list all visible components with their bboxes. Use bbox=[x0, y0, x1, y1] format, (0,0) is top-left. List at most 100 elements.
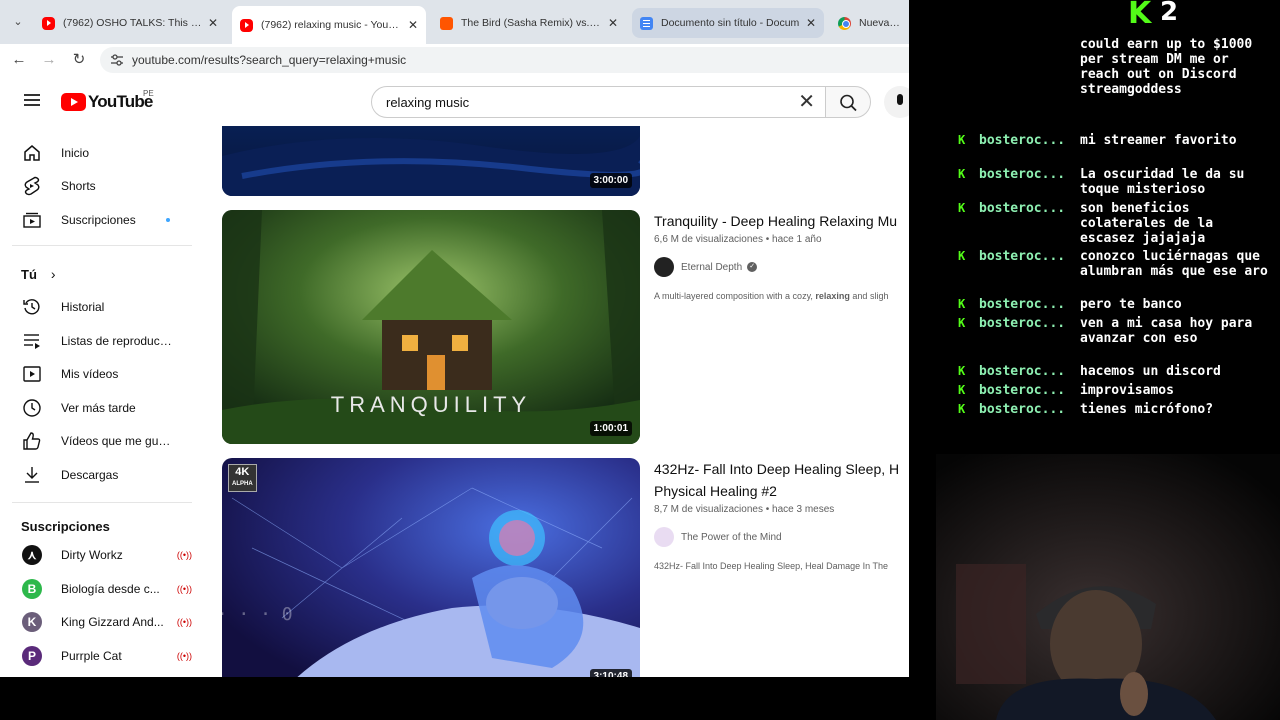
menu-icon[interactable] bbox=[24, 94, 40, 106]
tab-search-chevron-icon[interactable]: ⌄ bbox=[8, 12, 28, 32]
chat-username: bosteroc... bbox=[979, 297, 1066, 312]
4k-alpha-badge: 4K ALPHA bbox=[228, 464, 257, 492]
sidebar-item-label: Suscripciones bbox=[61, 213, 136, 227]
site-settings-icon[interactable] bbox=[110, 53, 124, 67]
chat-message-text: son beneficios colaterales de la escasez… bbox=[1080, 201, 1214, 246]
kick-badge-icon: K bbox=[958, 133, 966, 147]
chat-overlay: could earn up to $1000 per stream DM me … bbox=[940, 37, 1280, 425]
back-arrow-icon[interactable]: ← bbox=[9, 50, 29, 70]
view-count: 6,6 M de visualizaciones bbox=[654, 234, 763, 245]
search-icon bbox=[840, 94, 857, 112]
downloads-icon bbox=[25, 467, 39, 483]
my-videos-icon bbox=[23, 366, 41, 382]
video-title-line2[interactable]: Physical Healing #2 bbox=[654, 480, 909, 502]
thumbnail-image: TRANQUILITY bbox=[222, 210, 640, 444]
home-icon bbox=[24, 145, 40, 161]
chrome-icon bbox=[838, 16, 851, 30]
kick-badge-icon: K bbox=[958, 316, 966, 330]
close-icon[interactable]: ✕ bbox=[408, 18, 418, 32]
channel-link[interactable]: Eternal Depth ✓ bbox=[654, 257, 909, 277]
close-icon[interactable]: ✕ bbox=[208, 16, 218, 30]
sidebar-item-king-gizzard[interactable]: K King Gizzard And... ((•)) bbox=[12, 605, 192, 639]
sidebar-item-inicio[interactable]: Inicio bbox=[12, 136, 192, 170]
sidebar-item-historial[interactable]: Historial bbox=[12, 290, 192, 324]
liked-icon bbox=[23, 432, 41, 450]
tab-title: (7962) OSHO TALKS: This Is Onl bbox=[63, 17, 202, 29]
voice-search-button[interactable] bbox=[884, 86, 909, 118]
sidebar-item-label: Listas de reproducc... bbox=[61, 334, 173, 348]
video-duration: 3:10:48 bbox=[589, 669, 632, 677]
tab-osho-talks[interactable]: (7962) OSHO TALKS: This Is Onl ✕ bbox=[34, 8, 226, 38]
chat-message-text: tienes micrófono? bbox=[1080, 402, 1214, 417]
soundcloud-icon bbox=[440, 16, 453, 30]
sidebar-section-tu[interactable]: Tú › bbox=[21, 266, 56, 282]
search-input[interactable]: relaxing music ✕ bbox=[371, 86, 826, 118]
sidebar-item-liked[interactable]: Vídeos que me gus... bbox=[12, 424, 192, 458]
avatar: B bbox=[22, 579, 42, 599]
sidebar-item-suscripciones[interactable]: Suscripciones bbox=[12, 203, 192, 237]
forward-arrow-icon[interactable]: → bbox=[39, 50, 59, 70]
live-icon: ((•)) bbox=[176, 617, 192, 627]
upload-age: hace 1 año bbox=[772, 234, 822, 245]
video-thumbnail[interactable]: 4K ALPHA 3:10:48 bbox=[222, 458, 640, 677]
chevron-right-icon: › bbox=[50, 266, 56, 282]
tab-documento[interactable]: Documento sin título - Docum ✕ bbox=[632, 8, 824, 38]
kick-badge-icon: K bbox=[958, 167, 966, 181]
sidebar-heading-tu: Tú bbox=[21, 266, 37, 282]
webcam-image bbox=[936, 454, 1280, 720]
sidebar-item-biologia[interactable]: B Biología desde c... ((•)) bbox=[12, 572, 192, 606]
sidebar-item-label: Mis vídeos bbox=[61, 367, 119, 381]
tab-relaxing-music[interactable]: (7962) relaxing music - YouTube ✕ bbox=[232, 6, 426, 44]
video-stats: 6,6 M de visualizaciones • hace 1 año bbox=[654, 234, 909, 245]
description-highlight: relaxing bbox=[815, 291, 850, 301]
kick-badge-icon: K bbox=[958, 402, 966, 416]
search-button[interactable] bbox=[825, 86, 871, 118]
kick-badge-icon: K bbox=[958, 364, 966, 378]
tab-the-bird[interactable]: The Bird (Sasha Remix) vs. Love ✕ bbox=[432, 8, 626, 38]
close-icon[interactable]: ✕ bbox=[608, 16, 618, 30]
sidebar-divider bbox=[12, 245, 192, 246]
chat-message-text: La oscuridad le da su toque misterioso bbox=[1080, 167, 1245, 197]
chat-message-text: could earn up to $1000 per stream DM me … bbox=[1080, 37, 1253, 97]
tab-title: Documento sin título - Docum bbox=[661, 17, 800, 29]
channel-avatar[interactable] bbox=[654, 257, 674, 277]
tab-title: The Bird (Sasha Remix) vs. Love bbox=[461, 17, 602, 29]
sidebar-item-shorts[interactable]: Shorts bbox=[12, 169, 192, 203]
youtube-logo[interactable]: YouTube PE bbox=[61, 89, 154, 112]
chat-message-text: improvisamos bbox=[1080, 383, 1174, 398]
clear-search-icon[interactable]: ✕ bbox=[798, 91, 815, 113]
tab-new-tab[interactable]: Nueva pesta bbox=[830, 8, 909, 38]
channel-name: The Power of the Mind bbox=[681, 531, 782, 543]
channel-avatar[interactable] bbox=[654, 527, 674, 547]
channel-link[interactable]: The Power of the Mind bbox=[654, 527, 909, 547]
reload-icon[interactable]: ↻ bbox=[69, 50, 89, 70]
watch-later-icon bbox=[23, 399, 41, 417]
kick-badge-icon: K bbox=[958, 383, 966, 397]
close-icon[interactable]: ✕ bbox=[806, 16, 816, 30]
thumbnail-image bbox=[222, 458, 640, 677]
sidebar-item-ver-mas-tarde[interactable]: Ver más tarde bbox=[12, 391, 192, 425]
sidebar-item-listas[interactable]: Listas de reproducc... bbox=[12, 324, 192, 358]
sidebar-item-label: Descargas bbox=[61, 468, 119, 482]
video-thumbnail[interactable]: TRANQUILITY 1:00:01 bbox=[222, 210, 640, 444]
sidebar-item-mis-videos[interactable]: Mis vídeos bbox=[12, 357, 192, 391]
playlists-icon bbox=[24, 334, 40, 349]
sidebar-item-label: Dirty Workz bbox=[61, 548, 123, 562]
video-title[interactable]: 432Hz- Fall Into Deep Healing Sleep, H bbox=[654, 458, 909, 480]
sidebar-item-dirty-workz[interactable]: ⋏ Dirty Workz ((•)) bbox=[12, 538, 192, 572]
chat-message-text: ven a mi casa hoy para avanzar con eso bbox=[1080, 316, 1253, 346]
youtube-page: YouTube PE relaxing music ✕ Inicio Short… bbox=[0, 76, 909, 677]
sidebar-item-descargas[interactable]: Descargas bbox=[12, 458, 192, 492]
chat-username: bosteroc... bbox=[979, 167, 1066, 182]
video-description: 432Hz- Fall Into Deep Healing Sleep, Hea… bbox=[654, 561, 888, 571]
video-title[interactable]: Tranquility - Deep Healing Relaxing Mu bbox=[654, 210, 909, 232]
shorts-icon bbox=[24, 176, 40, 196]
video-description: A multi-layered composition with a cozy,… bbox=[654, 291, 909, 301]
sidebar-item-label: Inicio bbox=[61, 146, 90, 160]
sidebar-item-purrple-cat[interactable]: P Purrple Cat ((•)) bbox=[12, 639, 192, 673]
chat-username: bosteroc... bbox=[979, 383, 1066, 398]
badge-alpha: ALPHA bbox=[232, 481, 253, 487]
video-metadata: Tranquility - Deep Healing Relaxing Mu 6… bbox=[654, 210, 909, 301]
address-bar[interactable]: youtube.com/results?search_query=relaxin… bbox=[100, 47, 909, 73]
separator: • bbox=[762, 504, 773, 515]
